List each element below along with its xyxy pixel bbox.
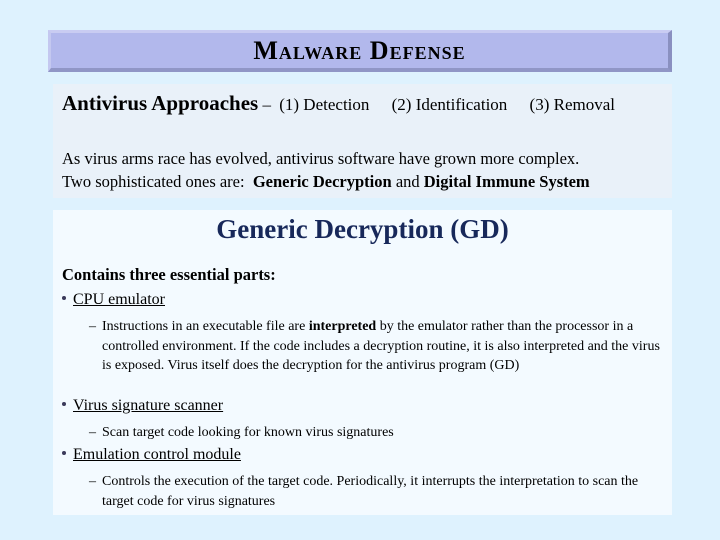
separator: – xyxy=(262,95,271,114)
intro-line-2-and: and xyxy=(395,172,420,191)
digital-immune-system-term: Digital Immune System xyxy=(423,172,590,191)
part-label: Virus signature scanner xyxy=(73,397,224,414)
approaches-heading: Antivirus Approaches xyxy=(62,91,259,115)
intro-paragraph: As virus arms race has evolved, antiviru… xyxy=(62,147,590,193)
intro-line-1: As virus arms race has evolved, antiviru… xyxy=(62,149,580,168)
bullet-emulation-control-module: Emulation control module xyxy=(62,446,241,464)
bullet-cpu-emulator: CPU emulator xyxy=(62,291,165,309)
generic-decryption-term: Generic Decryption xyxy=(252,172,392,191)
sub-item-emulation-control-module: – Controls the execution of the target c… xyxy=(89,472,662,511)
bullet-icon xyxy=(62,296,66,301)
section-title: Generic Decryption (GD) xyxy=(216,214,509,244)
bullet-icon xyxy=(62,451,66,456)
slide-title-bar: Malware Defense xyxy=(48,30,672,72)
intro-line-2-prefix: Two sophisticated ones are: xyxy=(62,172,245,191)
contains-label: Contains three essential parts: xyxy=(62,265,276,284)
dash-icon: – xyxy=(89,474,96,489)
sub-item-cpu-emulator: – Instructions in an executable file are… xyxy=(89,317,662,376)
bullet-icon xyxy=(62,402,66,407)
part-label: CPU emulator xyxy=(73,291,165,308)
part-label: Emulation control module xyxy=(73,446,241,463)
approach-removal: (3) Removal xyxy=(529,95,615,114)
intro-box: Antivirus Approaches – (1) Detection (2)… xyxy=(53,84,672,198)
intro-line-2: Two sophisticated ones are: Generic Decr… xyxy=(62,170,590,193)
approaches-line: Antivirus Approaches – (1) Detection (2)… xyxy=(62,91,615,116)
part-description: Scan target code looking for known virus… xyxy=(102,425,394,440)
dash-icon: – xyxy=(89,319,96,334)
approach-detection: (1) Detection xyxy=(279,95,370,114)
approach-identification: (2) Identification xyxy=(391,95,508,114)
sub-item-virus-signature-scanner: – Scan target code looking for known vir… xyxy=(89,423,662,443)
dash-icon: – xyxy=(89,425,96,440)
slide-title: Malware Defense xyxy=(253,35,466,65)
bullet-virus-signature-scanner: Virus signature scanner xyxy=(62,397,223,415)
gd-box: Generic Decryption (GD) Contains three e… xyxy=(53,210,672,515)
part-description: Controls the execution of the target cod… xyxy=(102,474,639,509)
part-description: Instructions in an executable file are i… xyxy=(102,319,660,373)
